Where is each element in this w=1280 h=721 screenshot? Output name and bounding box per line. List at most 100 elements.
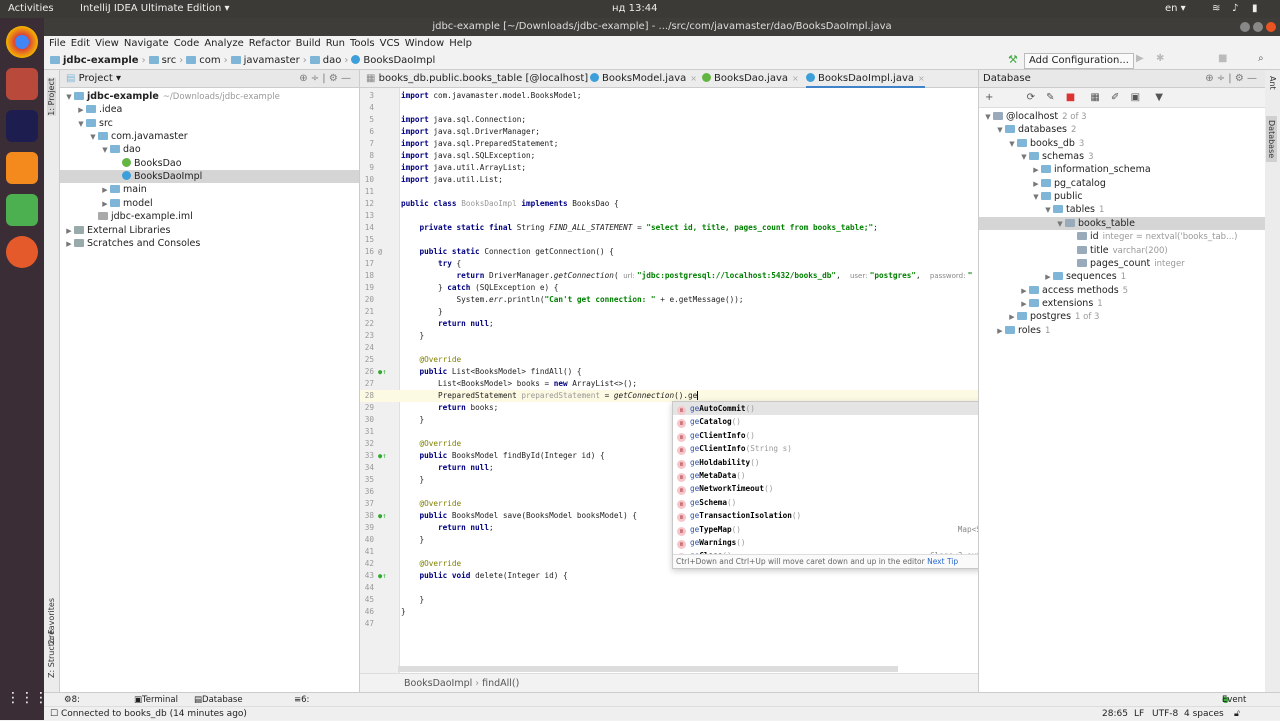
intellij-icon[interactable] <box>6 110 38 142</box>
crumb-method[interactable]: findAll() <box>482 678 519 689</box>
database-tree-item[interactable]: ▼ tables 1 <box>979 203 1265 216</box>
database-tree-item[interactable]: ▶ roles 1 <box>979 324 1265 337</box>
minimize-button[interactable] <box>1240 22 1250 32</box>
implements-icon[interactable]: ●↑ <box>378 450 386 462</box>
editor-tab[interactable]: BooksModel.java × <box>590 70 697 88</box>
project-tree-item[interactable]: BooksDaoImpl <box>60 170 359 184</box>
next-tip-link[interactable]: Next Tip <box>927 557 958 566</box>
language-indicator[interactable]: en ▾ <box>1165 3 1186 14</box>
stop-icon[interactable]: ■ <box>1066 92 1075 103</box>
menu-tools[interactable]: Tools <box>350 38 375 49</box>
project-tree-item[interactable]: ▼ dao <box>60 143 359 156</box>
database-tool-tab[interactable]: Database <box>1266 116 1277 163</box>
services-tab[interactable]: ⚙ 8: Services <box>64 693 107 719</box>
project-tree-item[interactable]: ▶ .idea <box>60 103 359 116</box>
horizontal-scrollbar[interactable] <box>398 666 898 672</box>
expand-arrow-icon[interactable]: ▶ <box>995 325 1005 338</box>
project-tree-item[interactable]: ▼ src <box>60 117 359 130</box>
database-tree-item[interactable]: ▼ books_table <box>979 216 1265 231</box>
terminal-tab[interactable]: ▣ Terminal <box>134 693 178 707</box>
expand-arrow-icon[interactable]: ▶ <box>1019 298 1029 311</box>
structure-tool-tab[interactable]: Z: Structure <box>47 630 56 678</box>
menu-refactor[interactable]: Refactor <box>249 38 291 49</box>
expand-arrow-icon[interactable]: ▶ <box>64 238 74 251</box>
build-icon[interactable]: ⚒ <box>1008 53 1018 66</box>
clock[interactable]: нд 13:44 <box>612 3 657 14</box>
breadcrumb-item[interactable]: com <box>199 55 220 66</box>
ant-tool-tab[interactable]: Ant <box>1268 76 1277 90</box>
maximize-button[interactable] <box>1253 22 1263 32</box>
project-tree-item[interactable]: ▶ main <box>60 183 359 196</box>
close-tab-icon[interactable]: × <box>792 74 799 83</box>
files-icon[interactable] <box>6 68 38 100</box>
database-tree-item[interactable]: ▼ databases 2 <box>979 123 1265 136</box>
filter-icon[interactable]: ▼ <box>1155 92 1163 103</box>
close-tab-icon[interactable]: × <box>918 74 925 83</box>
stop-icon[interactable]: ■ <box>1218 53 1227 64</box>
database-tree-item[interactable]: ▶ pg_catalog <box>979 177 1265 190</box>
implements-icon[interactable]: ●↑ <box>378 366 386 378</box>
expand-arrow-icon[interactable]: ▶ <box>64 225 74 238</box>
database-tree-item[interactable]: ▶ extensions 1 <box>979 297 1265 310</box>
caret-position[interactable]: 28:65 <box>1102 707 1128 721</box>
editor-tab[interactable]: BooksDaoImpl.java × <box>806 70 925 88</box>
database-tree-item[interactable]: ▼ public <box>979 190 1265 203</box>
expand-arrow-icon[interactable]: ▼ <box>1031 191 1041 204</box>
expand-arrow-icon[interactable]: ▶ <box>1031 164 1041 177</box>
expand-arrow-icon[interactable]: ▼ <box>1043 204 1053 217</box>
lock-icon[interactable]: 🔓︎ <box>1234 707 1240 721</box>
expand-arrow-icon[interactable]: ▼ <box>1055 218 1065 231</box>
edit-icon[interactable]: ✎ <box>1046 92 1054 103</box>
menu-navigate[interactable]: Navigate <box>124 38 169 49</box>
expand-arrow-icon[interactable]: ▼ <box>64 91 74 104</box>
implements-icon[interactable]: ●↑ <box>378 510 386 522</box>
breadcrumb-item[interactable]: jdbc-example <box>63 55 139 66</box>
wifi-icon[interactable]: ≋ <box>1212 3 1220 14</box>
run-icon[interactable]: ▶ <box>1136 53 1144 64</box>
project-tree-item[interactable]: BooksDao <box>60 157 359 170</box>
app-icon[interactable] <box>6 194 38 226</box>
show-apps-icon[interactable]: ⋮⋮⋮ <box>6 682 48 714</box>
close-button[interactable] <box>1266 22 1276 32</box>
annotation-icon[interactable]: @ <box>378 246 382 258</box>
project-tool-tab[interactable]: 1: Project <box>47 78 56 116</box>
indent[interactable]: 4 spaces <box>1184 707 1224 721</box>
database-tree-item[interactable]: ▶ postgres 1 of 3 <box>979 310 1265 323</box>
volume-icon[interactable]: ♪ <box>1232 3 1238 14</box>
project-view-selector[interactable]: Project ▾ <box>79 73 121 84</box>
menu-code[interactable]: Code <box>174 38 200 49</box>
app-menu[interactable]: IntelliJ IDEA Ultimate Edition ▾ <box>80 3 230 14</box>
app-icon[interactable] <box>6 236 38 268</box>
project-tree-item[interactable]: ▶ External Libraries <box>60 224 359 237</box>
vlc-icon[interactable] <box>6 152 38 184</box>
add-configuration-button[interactable]: Add Configuration... <box>1024 53 1134 69</box>
panel-actions[interactable]: ⊕ ÷ | ⚙ — <box>1205 70 1257 88</box>
database-changes-tab[interactable]: ▤ Database Changes <box>194 693 243 719</box>
project-tree-item[interactable]: ▼ com.javamaster <box>60 130 359 143</box>
expand-arrow-icon[interactable]: ▶ <box>100 198 110 211</box>
database-tree-item[interactable]: ▼ @localhost 2 of 3 <box>979 110 1265 123</box>
menu-file[interactable]: File <box>49 38 66 49</box>
todo-tab[interactable]: ≡ 6: TODO <box>294 693 326 719</box>
project-tree-item[interactable]: ▶ model <box>60 197 359 210</box>
expand-arrow-icon[interactable]: ▼ <box>983 111 993 124</box>
menu-edit[interactable]: Edit <box>71 38 90 49</box>
table-icon[interactable]: ▦ <box>1090 92 1099 103</box>
project-tree-item[interactable]: ▶ Scratches and Consoles <box>60 237 359 250</box>
database-tree-item[interactable]: title varchar(200) <box>979 244 1265 257</box>
breadcrumb-item[interactable]: BooksDaoImpl <box>363 55 435 66</box>
expand-arrow-icon[interactable]: ▼ <box>100 144 110 157</box>
database-tree-item[interactable]: ▶ sequences 1 <box>979 270 1265 283</box>
database-tree-item[interactable]: id integer = nextval('books_tab...) <box>979 230 1265 243</box>
line-separator[interactable]: LF <box>1134 707 1144 721</box>
database-tree-item[interactable]: ▼ books_db 3 <box>979 137 1265 150</box>
expand-arrow-icon[interactable]: ▶ <box>1031 178 1041 191</box>
expand-arrow-icon[interactable]: ▶ <box>1007 311 1017 324</box>
menu-build[interactable]: Build <box>296 38 321 49</box>
menu-window[interactable]: Window <box>405 38 444 49</box>
database-tree-item[interactable]: ▶ access methods 5 <box>979 284 1265 297</box>
add-icon[interactable]: + <box>985 92 993 103</box>
database-tree-item[interactable]: pages_count integer <box>979 257 1265 270</box>
menu-help[interactable]: Help <box>449 38 472 49</box>
menu-run[interactable]: Run <box>326 38 345 49</box>
